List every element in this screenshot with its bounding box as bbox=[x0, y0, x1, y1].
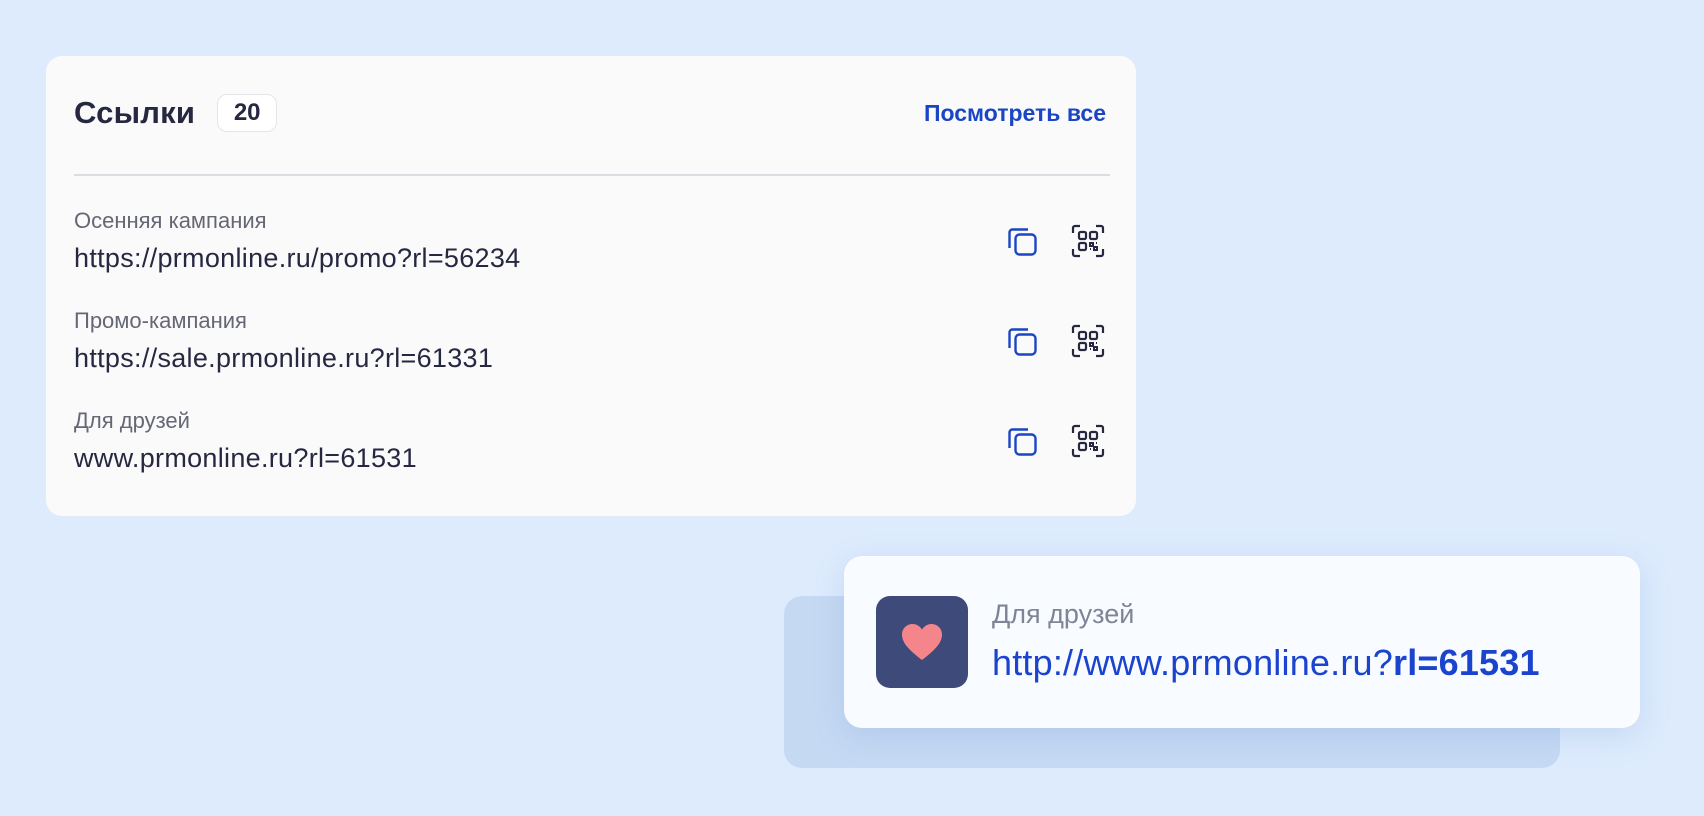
links-count-badge: 20 bbox=[217, 94, 278, 132]
link-name: Осенняя кампания bbox=[74, 208, 267, 233]
link-actions bbox=[1000, 306, 1110, 376]
qr-code-icon bbox=[1071, 224, 1105, 258]
shared-link-text: Для друзей http://www.prmonline.ru?rl=61… bbox=[992, 597, 1540, 685]
qr-code-button[interactable] bbox=[1066, 219, 1110, 263]
view-all-link[interactable]: Посмотреть все bbox=[924, 100, 1106, 127]
link-text: Промо-кампания https://sale.prmonline.ru… bbox=[74, 306, 1000, 377]
qr-code-icon bbox=[1071, 424, 1105, 458]
copy-button[interactable] bbox=[1000, 319, 1044, 363]
copy-icon bbox=[1008, 228, 1037, 256]
link-text: Осенняя кампания https://prmonline.ru/pr… bbox=[74, 206, 1000, 277]
links-card-header: Ссылки 20 Посмотреть все bbox=[74, 54, 1108, 172]
copy-button[interactable] bbox=[1000, 419, 1044, 463]
shared-link-name: Для друзей bbox=[992, 599, 1135, 629]
link-item: Осенняя кампания https://prmonline.ru/pr… bbox=[74, 206, 1108, 306]
copy-icon bbox=[1008, 428, 1037, 456]
link-url: https://sale.prmonline.ru?rl=61331 bbox=[74, 343, 494, 373]
shared-link-avatar bbox=[876, 596, 968, 688]
shared-link-url-param: rl=61531 bbox=[1392, 642, 1540, 683]
link-url: www.prmonline.ru?rl=61531 bbox=[74, 443, 417, 473]
shared-link-card[interactable]: Для друзей http://www.prmonline.ru?rl=61… bbox=[844, 556, 1640, 728]
copy-button[interactable] bbox=[1000, 219, 1044, 263]
copy-icon bbox=[1008, 328, 1037, 356]
qr-code-button[interactable] bbox=[1066, 319, 1110, 363]
link-url: https://prmonline.ru/promo?rl=56234 bbox=[74, 243, 521, 273]
link-name: Для друзей bbox=[74, 408, 190, 433]
link-item: Для друзей www.prmonline.ru?rl=61531 bbox=[74, 406, 1108, 506]
link-item: Промо-кампания https://sale.prmonline.ru… bbox=[74, 306, 1108, 406]
link-list: Осенняя кампания https://prmonline.ru/pr… bbox=[74, 176, 1108, 506]
link-actions bbox=[1000, 206, 1110, 276]
link-text: Для друзей www.prmonline.ru?rl=61531 bbox=[74, 406, 1000, 477]
link-name: Промо-кампания bbox=[74, 308, 247, 333]
qr-code-button[interactable] bbox=[1066, 419, 1110, 463]
link-actions bbox=[1000, 406, 1110, 476]
qr-code-icon bbox=[1071, 324, 1105, 358]
heart-icon bbox=[902, 624, 942, 660]
links-card: Ссылки 20 Посмотреть все Осенняя кампани… bbox=[46, 56, 1136, 516]
shared-link-url-base: http://www.prmonline.ru? bbox=[992, 642, 1393, 683]
shared-link-url[interactable]: http://www.prmonline.ru?rl=61531 bbox=[992, 641, 1540, 685]
links-title: Ссылки bbox=[74, 95, 196, 130]
